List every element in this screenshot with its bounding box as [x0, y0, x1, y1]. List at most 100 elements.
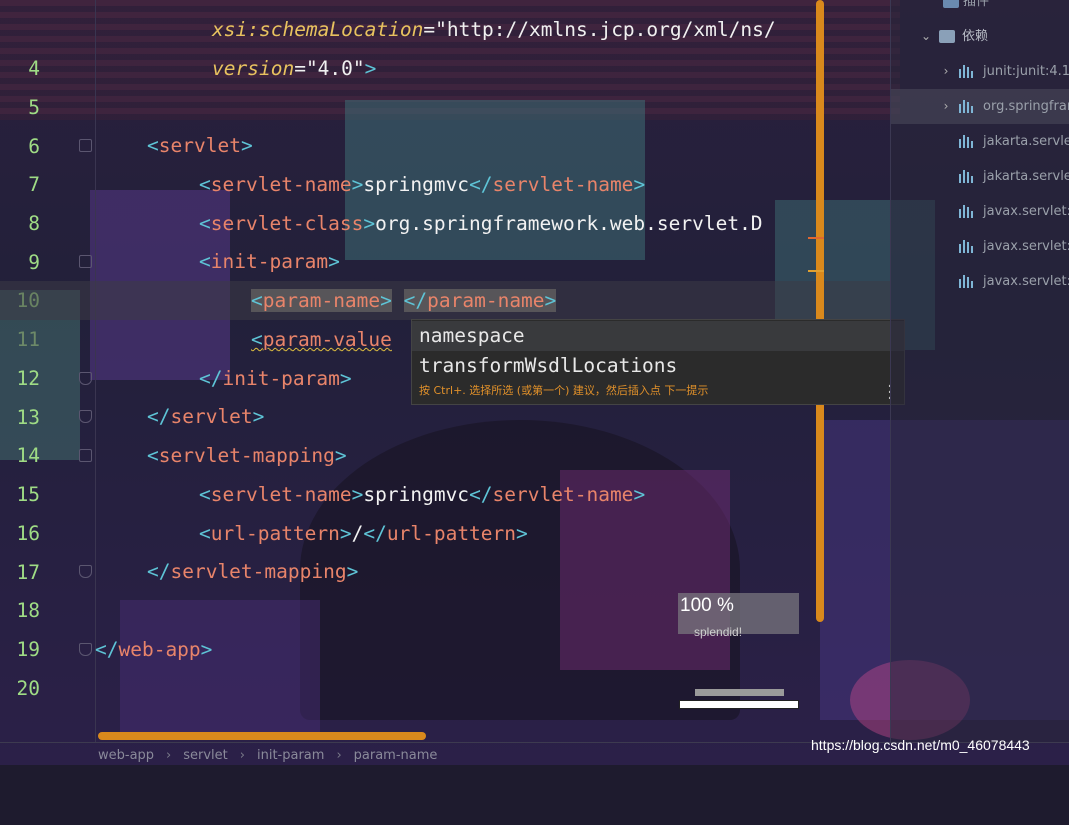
breadcrumb: web-app › servlet › init-param › param-name	[98, 748, 437, 763]
tree-node-dependencies[interactable]: ⌄ 依赖	[891, 19, 1069, 54]
xml-tag: servlet	[158, 134, 241, 157]
zoom-caption: splendid!	[694, 625, 743, 639]
code-line[interactable]: 20 </web-app>	[0, 630, 890, 700]
code-line[interactable]: 9 <servlet-class>org.springframework.web…	[0, 204, 890, 274]
library-icon	[959, 275, 973, 288]
watermark: https://blog.csdn.net/m0_46078443	[811, 737, 1030, 753]
xml-tag: servlet-class	[210, 212, 364, 235]
xml-tag: servlet-name	[210, 483, 352, 506]
gear-folder-icon	[943, 0, 959, 8]
completion-hint: 按 Ctrl+. 选择所选 (或第一个) 建议，然后插入点 下一提示	[419, 384, 709, 397]
fold-toggle[interactable]	[79, 255, 92, 268]
code-line[interactable]: 6	[0, 88, 890, 158]
library-icon	[959, 135, 973, 148]
completion-popup[interactable]: namespace transformWsdlLocations 按 Ctrl+…	[411, 319, 905, 406]
breadcrumb-item[interactable]: param-name	[354, 748, 438, 763]
breadcrumb-item[interactable]: servlet	[183, 748, 228, 763]
tree-node-label: org.springframework	[983, 99, 1069, 114]
tree-node-dependency[interactable]: jakarta.servlet	[891, 159, 1069, 194]
attribute-name: :schemaLocation	[247, 18, 424, 41]
fold-toggle[interactable]	[79, 410, 92, 423]
library-icon	[959, 65, 973, 78]
fold-toggle[interactable]	[79, 449, 92, 462]
fold-toggle[interactable]	[79, 139, 92, 152]
code-line[interactable]: 10 <init-param>	[0, 242, 890, 312]
attribute-name: version	[212, 57, 295, 80]
xml-tag: url-pattern	[386, 522, 517, 545]
attribute-value: "http://xmlns.jcp.org/xml/ns/	[435, 18, 776, 41]
zoom-bar	[695, 689, 784, 696]
tree-node-dependency[interactable]: javax.servlet:j	[891, 194, 1069, 229]
tag-content: springmvc	[363, 173, 470, 196]
line-number: 20	[16, 677, 40, 700]
tree-node-dependency[interactable]: jakarta.servlet	[891, 124, 1069, 159]
horizontal-scrollbar[interactable]	[98, 732, 426, 740]
library-icon	[959, 100, 973, 113]
folder-icon	[939, 30, 955, 43]
xml-tag: param-name	[427, 289, 545, 312]
tree-node-label: javax.servlet:j	[983, 274, 1069, 289]
code-line-current[interactable]: 11 <param-name> </param-name>	[0, 281, 890, 351]
breadcrumb-item[interactable]: init-param	[257, 748, 324, 763]
zoom-indicator: 100 % splendid!	[678, 593, 799, 639]
tree-node-dependency[interactable]: javax.servlet:j	[891, 229, 1069, 264]
maven-tool-window: 插件 ⌄ 依赖 › junit:junit:4.11 › org.springf…	[890, 0, 1069, 742]
completion-item[interactable]: transformWsdlLocations	[412, 351, 904, 381]
completion-item[interactable]: namespace	[412, 321, 904, 351]
error-stripe-marker[interactable]	[808, 237, 824, 239]
library-icon	[959, 240, 973, 253]
code-line[interactable]: 16 <servlet-name>springmvc</servlet-name…	[0, 475, 890, 545]
tag-content: springmvc	[363, 483, 470, 506]
tree-node-label: 插件	[963, 0, 990, 9]
xml-tag: servlet-mapping	[158, 444, 335, 467]
tag-content: /	[351, 522, 364, 545]
chevron-right-icon[interactable]: ›	[941, 54, 951, 89]
chevron-right-icon: ›	[166, 748, 172, 763]
chevron-right-icon: ›	[239, 748, 245, 763]
tree-node-label: jakarta.servlet	[983, 169, 1069, 184]
library-icon	[959, 170, 973, 183]
chevron-right-icon: ›	[336, 748, 342, 763]
vertical-scrollbar[interactable]	[816, 0, 824, 622]
library-icon	[959, 205, 973, 218]
code-line[interactable]: 5 version="4.0">	[0, 49, 890, 119]
tree-node-label: javax.servlet:j	[983, 239, 1069, 254]
tree-node-dependency[interactable]: › junit:junit:4.11	[891, 54, 1069, 89]
attribute-name: xsi	[212, 18, 248, 41]
code-line[interactable]: 18 </servlet-mapping>	[0, 552, 890, 622]
breadcrumb-item[interactable]: web-app	[98, 748, 154, 763]
tree-node-label: javax.servlet:j	[983, 204, 1069, 219]
fold-toggle[interactable]	[79, 372, 92, 385]
xml-tag: servlet	[170, 405, 253, 428]
tree-node-plugins[interactable]: 插件	[891, 0, 1069, 19]
code-line[interactable]: 4 xsi:schemaLocation="http://xmlns.jcp.o…	[0, 10, 890, 80]
xml-tag: servlet-mapping	[170, 560, 347, 583]
chevron-right-icon[interactable]: ›	[941, 89, 951, 124]
xml-tag: servlet-name	[492, 173, 634, 196]
xml-tag: servlet-name	[210, 173, 352, 196]
tag-content: org.springframework.web.servlet.D	[375, 212, 763, 235]
code-line[interactable]: 7 <servlet>	[0, 126, 890, 196]
xml-tag: param-value	[262, 328, 392, 351]
tree-node-dependency[interactable]: javax.servlet:j	[891, 264, 1069, 299]
attribute-value: "4.0"	[305, 57, 365, 80]
tree-node-dependency[interactable]: › org.springframework	[891, 89, 1069, 124]
tree-node-label: 依赖	[962, 29, 989, 44]
xml-tag: param-name	[262, 289, 381, 312]
fold-toggle[interactable]	[79, 565, 92, 578]
zoom-level: 100 %	[680, 595, 734, 616]
zoom-slider[interactable]	[679, 700, 799, 709]
fold-toggle[interactable]	[79, 643, 92, 656]
xml-tag: servlet-name	[492, 483, 634, 506]
xml-tag: web-app	[118, 638, 201, 661]
tree-node-label: jakarta.servlet	[983, 134, 1069, 149]
warning-stripe-marker[interactable]	[808, 270, 824, 272]
tree-node-label: junit:junit:4.11	[983, 64, 1069, 79]
code-line[interactable]: 15 <servlet-mapping>	[0, 436, 890, 506]
xml-tag: url-pattern	[210, 522, 340, 545]
code-line[interactable]: 8 <servlet-name>springmvc</servlet-name>	[0, 165, 890, 235]
code-line[interactable]: 17 <url-pattern>/</url-pattern>	[0, 514, 890, 584]
xml-tag: init-param	[210, 250, 329, 273]
xml-tag: init-param	[222, 367, 340, 390]
chevron-down-icon[interactable]: ⌄	[921, 19, 931, 54]
